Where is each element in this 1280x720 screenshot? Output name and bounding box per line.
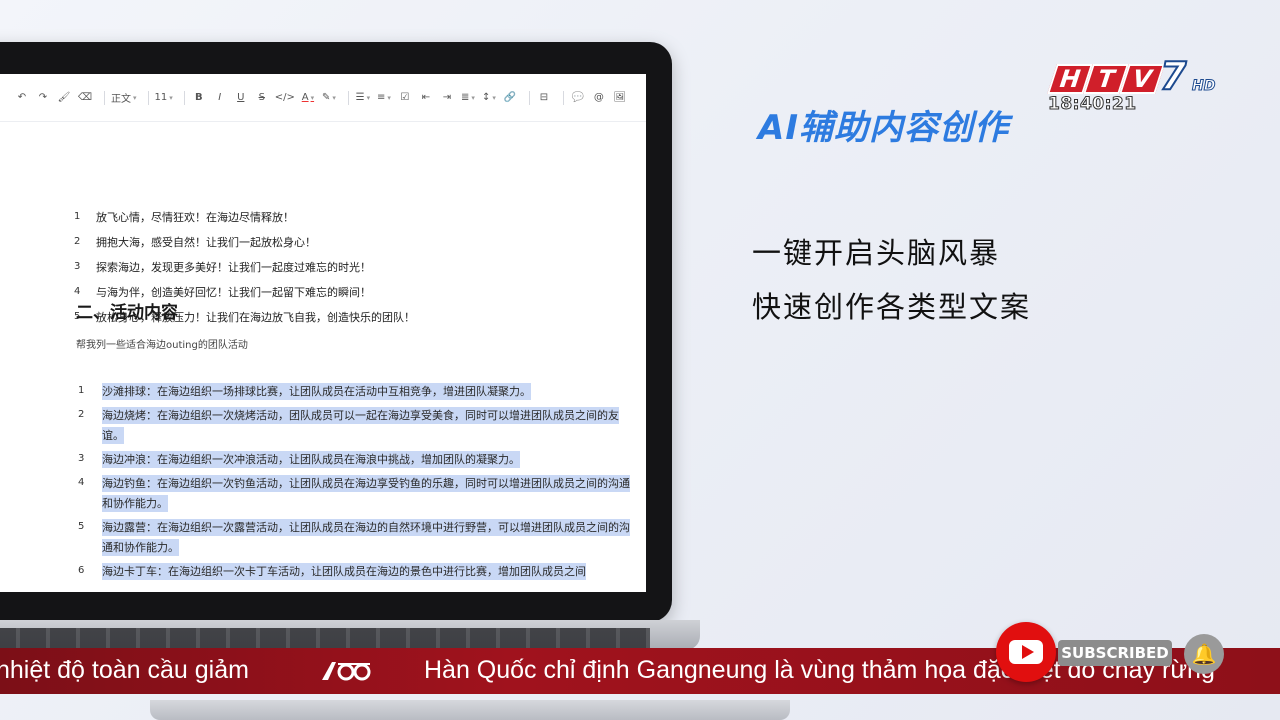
youtube-icon-inner [1009, 640, 1043, 664]
video-frame: ↶ ↷ 🖌 ⌫ 正文 11 B I U S </> A ✎ ☰ ≡ ☑ ⇤ ⇥ … [0, 0, 1280, 720]
list-item-text: 海边冲浪：在海边组织一次冲浪活动，让团队成员在海浪中挑战，增加团队的凝聚力。 [102, 451, 520, 468]
editor-toolbar: ↶ ↷ 🖌 ⌫ 正文 11 B I U S </> A ✎ ☰ ≡ ☑ ⇤ ⇥ … [0, 74, 646, 122]
toolbar-divider [528, 90, 530, 105]
broadcast-clock: 18:40:21 [1048, 94, 1137, 115]
feature-line-2: 快速创作各类型文案 [752, 290, 1032, 324]
list-item-text: 拥抱大海，感受自然！让我们一起放松身心！ [96, 235, 316, 249]
list-number: 4 [78, 477, 85, 488]
feature-title: AI辅助内容创作 [758, 108, 1009, 148]
numbered-list-button[interactable]: ≡ [376, 88, 392, 108]
laptop-keyboard [0, 628, 650, 650]
youtube-icon[interactable] [996, 622, 1056, 682]
ticker-logo-icon [322, 662, 371, 681]
bold-button[interactable]: B [191, 88, 207, 108]
list-item-text: 海边烧烤：在海边组织一次烧烤活动，团队成员可以一起在海边享受美食，同时可以增进团… [102, 407, 619, 444]
subscribed-button[interactable]: SUBSCRIBED [1058, 640, 1172, 666]
selected-activity-list: 1 沙滩排球：在海边组织一场排球比赛，让团队成员在活动中互相竞争，增进团队凝聚力。… [78, 382, 638, 586]
italic-button[interactable]: I [212, 88, 228, 108]
list-number: 4 [74, 286, 81, 297]
align-button[interactable]: ≣ [460, 88, 476, 108]
toolbar-divider [562, 90, 564, 105]
list-number: 1 [78, 385, 85, 396]
feature-line-1: 一键开启头脑风暴 [752, 236, 1001, 270]
section-heading: 二、活动内容 [76, 303, 178, 323]
list-item: 2 海边烧烤：在海边组织一次烧烤活动，团队成员可以一起在海边享受美食，同时可以增进… [78, 406, 638, 446]
highlight-color-button[interactable]: ✎ [321, 88, 337, 108]
list-item-text: 放飞心情，尽情狂欢！在海边尽情释放！ [96, 210, 294, 224]
list-number: 2 [78, 409, 85, 420]
list-item: 6 海边卡丁车：在海边组织一次卡丁车活动，让团队成员在海边的景色中进行比赛，增加团… [78, 562, 638, 582]
mention-icon[interactable]: @ [591, 88, 607, 108]
toolbar-divider [183, 90, 185, 105]
list-number: 6 [78, 565, 85, 576]
ai-prompt-text: 帮我列一些适合海边outing的团队活动 [76, 340, 248, 351]
play-icon [1021, 645, 1034, 659]
list-item: 1 沙滩排球：在海边组织一场排球比赛，让团队成员在活动中互相竞争，增进团队凝聚力。 [78, 382, 638, 402]
task-list-icon[interactable]: ☑ [397, 88, 413, 108]
list-item-text: 海边钓鱼：在海边组织一次钓鱼活动，让团队成员在海边享受钓鱼的乐趣，同时可以增进团… [102, 475, 630, 512]
list-item-text: 海边卡丁车：在海边组织一次卡丁车活动，让团队成员在海边的景色中进行比赛，增加团队… [102, 563, 586, 580]
link-icon[interactable]: 🔗 [502, 88, 518, 108]
list-number: 5 [78, 521, 85, 532]
image-icon[interactable]: 🖼 [612, 88, 628, 108]
ticker-text-left: nhiệt độ toàn cầu giảm [0, 656, 249, 684]
indent-decrease-icon[interactable]: ⇤ [418, 88, 434, 108]
laptop-front-edge [150, 700, 790, 720]
list-item: 2 拥抱大海，感受自然！让我们一起放松身心！ [74, 229, 415, 254]
undo-icon[interactable]: ↶ [14, 88, 30, 108]
notification-bell-icon[interactable]: 🔔 [1184, 634, 1224, 674]
clear-format-icon[interactable]: ⌫ [77, 88, 93, 108]
bullet-list-button[interactable]: ☰ [355, 88, 371, 108]
list-item-text: 探索海边，发现更多美好！让我们一起度过难忘的时光！ [96, 260, 371, 274]
strikethrough-button[interactable]: S [254, 88, 270, 108]
list-item-text: 沙滩排球：在海边组织一场排球比赛，让团队成员在活动中互相竞争，增进团队凝聚力。 [102, 383, 531, 400]
font-size-dropdown[interactable]: 11 [155, 88, 173, 108]
list-item: 3 海边冲浪：在海边组织一次冲浪活动，让团队成员在海浪中挑战，增加团队的凝聚力。 [78, 450, 638, 470]
redo-icon[interactable]: ↷ [35, 88, 51, 108]
list-item: 4 海边钓鱼：在海边组织一次钓鱼活动，让团队成员在海边享受钓鱼的乐趣，同时可以增进… [78, 474, 638, 514]
line-height-button[interactable]: ↕ [481, 88, 497, 108]
comment-icon[interactable]: 💬 [570, 88, 586, 108]
indent-increase-icon[interactable]: ⇥ [439, 88, 455, 108]
list-item-text: 海边露营：在海边组织一次露营活动，让团队成员在海边的自然环境中进行野营，可以增进… [102, 519, 630, 556]
list-item: 1 放飞心情，尽情狂欢！在海边尽情释放！ [74, 204, 415, 229]
logo-number: 7 [1159, 53, 1187, 99]
list-number: 3 [78, 453, 85, 464]
document-body[interactable]: 1 放飞心情，尽情狂欢！在海边尽情释放！ 2 拥抱大海，感受自然！让我们一起放松身心… [0, 122, 646, 592]
ticker-logo [318, 658, 374, 684]
list-number: 2 [74, 236, 81, 247]
logo-hd: HD [1191, 78, 1216, 95]
underline-button[interactable]: U [233, 88, 249, 108]
toolbar-divider [347, 90, 349, 105]
toolbar-divider [104, 90, 105, 105]
list-item: 3 探索海边，发现更多美好！让我们一起度过难忘的时光！ [74, 254, 415, 279]
laptop-screen: ↶ ↷ 🖌 ⌫ 正文 11 B I U S </> A ✎ ☰ ≡ ☑ ⇤ ⇥ … [0, 74, 646, 592]
font-color-button[interactable]: A [300, 88, 316, 108]
code-icon[interactable]: </> [275, 88, 295, 108]
toolbar-divider [147, 90, 149, 105]
paragraph-style-dropdown[interactable]: 正文 [111, 88, 137, 108]
list-number: 1 [74, 211, 81, 222]
insert-block-icon[interactable]: ⊟ [536, 88, 552, 108]
format-painter-icon[interactable]: 🖌 [56, 88, 72, 108]
list-item: 5 海边露营：在海边组织一次露营活动，让团队成员在海边的自然环境中进行野营，可以增… [78, 518, 638, 558]
list-number: 3 [74, 261, 81, 272]
